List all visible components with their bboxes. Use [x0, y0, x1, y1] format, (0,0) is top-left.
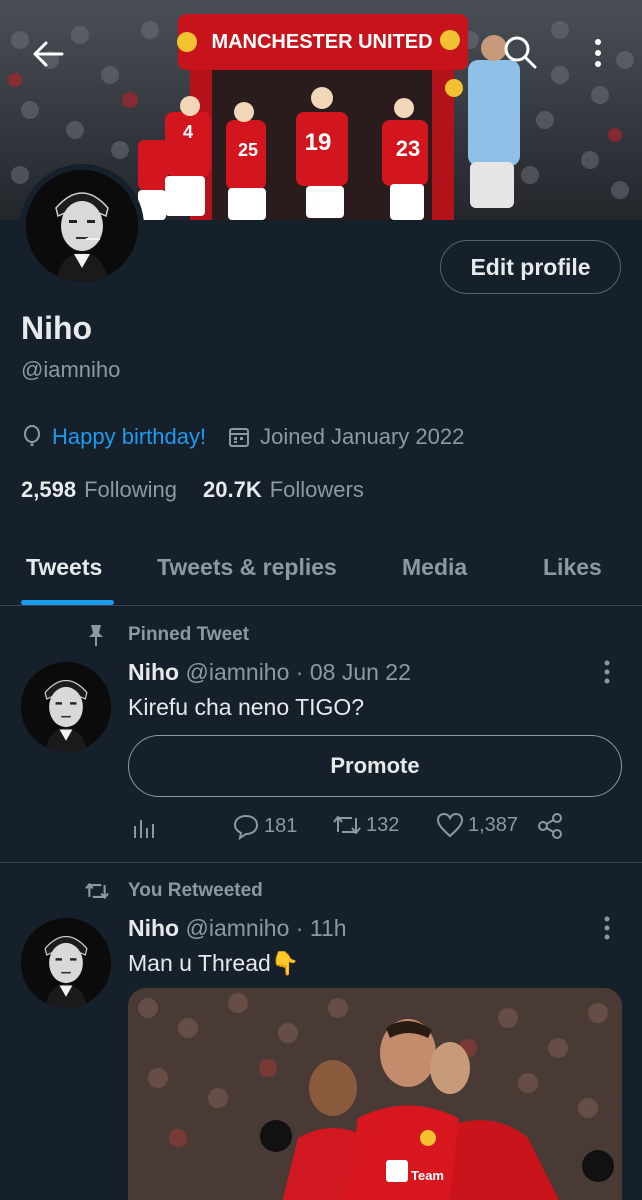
- more-vertical-icon: [595, 39, 601, 67]
- analytics-icon: [134, 820, 154, 838]
- share-button[interactable]: [536, 812, 564, 840]
- active-tab-indicator: [21, 600, 114, 605]
- tweet-header: Niho @iamniho · 08 Jun 22: [128, 659, 411, 686]
- balloon-icon: [22, 425, 42, 449]
- like-button[interactable]: 1,387: [436, 812, 518, 838]
- tweet-avatar[interactable]: [21, 918, 111, 1008]
- profile-avatar[interactable]: [20, 164, 144, 288]
- profile-meta: Happy birthday! Joined January 2022: [22, 424, 464, 450]
- avatar-illustration: [21, 662, 111, 752]
- reply-count: 181: [264, 814, 298, 837]
- search-button[interactable]: [498, 30, 542, 74]
- retweet-button[interactable]: 132: [332, 812, 399, 838]
- birthday-link[interactable]: Happy birthday!: [52, 424, 206, 450]
- promote-button[interactable]: Promote: [128, 735, 622, 797]
- tweet-more-button[interactable]: [597, 913, 617, 943]
- media-photo: Team: [128, 988, 622, 1200]
- profile-handle: @iamniho: [21, 357, 121, 382]
- retweet-icon: [333, 816, 361, 834]
- tweet-header: Niho @iamniho · 11h: [128, 915, 347, 942]
- following-label: Following: [84, 477, 177, 502]
- followers-count: 20.7K: [203, 477, 262, 502]
- more-options-button[interactable]: [584, 30, 612, 76]
- more-vertical-icon: [604, 916, 610, 940]
- tweet-divider: [0, 862, 642, 863]
- avatar-illustration: [26, 170, 138, 282]
- joined-date: Joined January 2022: [260, 424, 465, 449]
- tweet-separator: ·: [295, 915, 304, 941]
- like-count: 1,387: [468, 813, 519, 836]
- tab-tweets[interactable]: Tweets: [26, 554, 102, 581]
- pinned-context: Pinned Tweet: [86, 623, 249, 647]
- share-icon: [538, 813, 562, 839]
- profile-tabs: Tweets Tweets & replies Media Likes: [0, 548, 642, 606]
- following-count: 2,598: [21, 477, 77, 502]
- tweet-actions: 181 132 1,387: [128, 812, 622, 846]
- more-vertical-icon: [604, 660, 610, 684]
- followers-label: Followers: [269, 477, 364, 502]
- tweet-more-button[interactable]: [597, 657, 617, 687]
- tweet-text: Man u Thread👇: [128, 950, 299, 977]
- retweet-count: 132: [366, 813, 400, 836]
- analytics-button[interactable]: [132, 816, 156, 840]
- tab-likes[interactable]: Likes: [543, 554, 602, 581]
- banner-sign-text: MANCHESTER UNITED: [211, 31, 432, 53]
- retweet-icon: [85, 883, 109, 899]
- pin-icon: [89, 625, 103, 646]
- avatar-illustration: [21, 918, 111, 1008]
- tweet-media-image[interactable]: Team: [128, 988, 622, 1200]
- svg-text:4: 4: [183, 122, 193, 142]
- tweet-handle: @iamniho: [185, 659, 290, 685]
- retweet-context: You Retweeted: [84, 880, 263, 902]
- heart-icon: [436, 812, 464, 838]
- edit-profile-button[interactable]: Edit profile: [440, 240, 621, 294]
- tweet-time: 08 Jun 22: [309, 659, 411, 685]
- svg-text:23: 23: [396, 136, 420, 161]
- search-icon: [504, 36, 537, 69]
- followers-link[interactable]: 20.7K Followers: [203, 477, 364, 503]
- pinned-label: Pinned Tweet: [128, 624, 250, 645]
- tweet-avatar[interactable]: [21, 662, 111, 752]
- tweet-author[interactable]: Niho: [128, 659, 179, 685]
- tweet-time: 11h: [309, 915, 347, 941]
- svg-text:19: 19: [305, 129, 332, 156]
- follow-stats: 2,598 Following 20.7K Followers: [21, 477, 390, 503]
- tweet-text-body: Man u Thread: [128, 950, 271, 976]
- profile-name: Niho: [21, 310, 93, 346]
- tweet-separator: ·: [295, 659, 304, 685]
- tab-media[interactable]: Media: [402, 554, 467, 581]
- arrow-left-icon: [33, 41, 64, 67]
- reply-button[interactable]: 181: [232, 812, 297, 840]
- tab-tweets-replies[interactable]: Tweets & replies: [157, 554, 337, 581]
- pointing-down-emoji: 👇: [270, 950, 300, 976]
- tweet-handle: @iamniho: [185, 915, 290, 941]
- tweet-author[interactable]: Niho: [128, 915, 179, 941]
- following-link[interactable]: 2,598 Following: [21, 477, 177, 503]
- svg-text:Team: Team: [411, 1168, 444, 1183]
- svg-text:25: 25: [238, 140, 258, 160]
- reply-icon: [233, 814, 259, 840]
- tweet-text: Kirefu cha neno TIGO?: [128, 694, 365, 720]
- calendar-icon: [228, 426, 250, 448]
- back-button[interactable]: [28, 36, 68, 72]
- retweet-context-label: You Retweeted: [128, 880, 263, 901]
